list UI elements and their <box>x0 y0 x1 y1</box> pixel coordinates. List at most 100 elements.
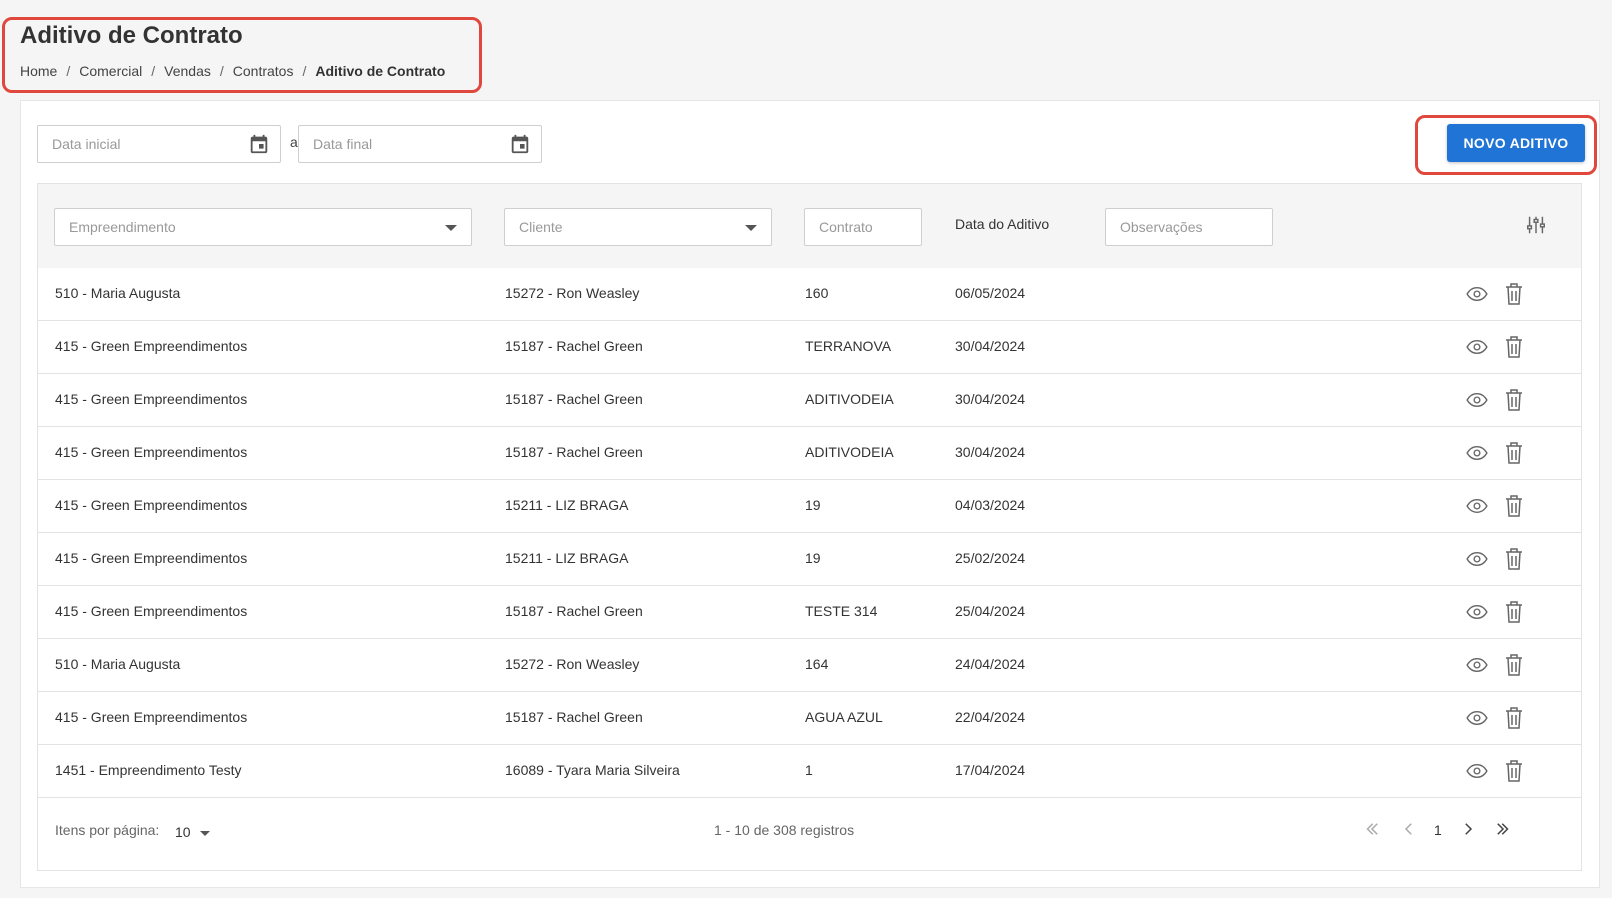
cell-data-aditivo: 22/04/2024 <box>955 709 1026 725</box>
date-end-input[interactable]: Data final <box>298 125 542 163</box>
cell-empreendimento: 415 - Green Empreendimentos <box>55 497 248 513</box>
next-page-icon[interactable] <box>1459 820 1477 838</box>
cell-contrato: ADITIVODEIA <box>805 444 894 460</box>
observacoes-placeholder: Observações <box>1120 219 1203 235</box>
data-aditivo-header[interactable]: Data do Aditivo <box>955 216 1049 232</box>
trash-icon[interactable] <box>1504 335 1524 362</box>
chevron-down-icon[interactable] <box>200 831 210 836</box>
eye-icon[interactable] <box>1466 497 1488 518</box>
cell-empreendimento: 510 - Maria Augusta <box>55 285 181 301</box>
breadcrumb-home[interactable]: Home <box>20 63 57 79</box>
date-start-input[interactable]: Data inicial <box>37 125 281 163</box>
cell-data-aditivo: 30/04/2024 <box>955 391 1026 407</box>
table-row[interactable]: 510 - Maria Augusta 15272 - Ron Weasley 16… <box>38 268 1581 321</box>
cell-contrato: TESTE 314 <box>805 603 878 619</box>
cliente-filter[interactable]: Cliente <box>504 208 772 246</box>
trash-icon[interactable] <box>1504 494 1524 521</box>
breadcrumb: Home / Comercial / Vendas / Contratos / … <box>20 63 445 79</box>
contrato-placeholder: Contrato <box>819 219 873 235</box>
aditivos-table: Empreendimento Cliente Contrato Data do … <box>37 183 1582 871</box>
calendar-icon[interactable] <box>509 133 531 155</box>
table-row[interactable]: 1451 - Empreendimento Testy 16089 - Tyara… <box>38 745 1581 798</box>
table-row[interactable]: 415 - Green Empreendimentos 15187 - Rache… <box>38 692 1581 745</box>
cell-cliente: 15187 - Rachel Green <box>505 444 643 460</box>
cell-cliente: 15187 - Rachel Green <box>505 391 643 407</box>
cell-cliente: 15211 - LIZ BRAGA <box>505 497 629 513</box>
cell-empreendimento: 415 - Green Empreendimentos <box>55 444 248 460</box>
table-body: 510 - Maria Augusta 15272 - Ron Weasley 16… <box>38 268 1581 798</box>
eye-icon[interactable] <box>1466 285 1488 306</box>
main-card: Data inicial a Data final NOVO ADITIVO E… <box>20 100 1600 888</box>
records-count: 1 - 10 de 308 registros <box>714 822 855 838</box>
eye-icon[interactable] <box>1466 709 1488 730</box>
trash-icon[interactable] <box>1504 282 1524 309</box>
cell-empreendimento: 415 - Green Empreendimentos <box>55 603 248 619</box>
cell-data-aditivo: 06/05/2024 <box>955 285 1026 301</box>
eye-icon[interactable] <box>1466 603 1488 624</box>
eye-icon[interactable] <box>1466 656 1488 677</box>
table-row[interactable]: 415 - Green Empreendimentos 15211 - LIZ B… <box>38 533 1581 586</box>
trash-icon[interactable] <box>1504 441 1524 468</box>
cell-empreendimento: 1451 - Empreendimento Testy <box>55 762 242 778</box>
table-row[interactable]: 415 - Green Empreendimentos 15187 - Rache… <box>38 427 1581 480</box>
cell-contrato: TERRANOVA <box>805 338 892 354</box>
cell-contrato: 19 <box>805 497 821 513</box>
column-settings-icon[interactable] <box>1525 214 1547 236</box>
trash-icon[interactable] <box>1504 706 1524 733</box>
breadcrumb-separator: / <box>66 63 71 79</box>
cell-cliente: 15187 - Rachel Green <box>505 709 643 725</box>
date-end-placeholder: Data final <box>313 136 373 152</box>
cell-data-aditivo: 04/03/2024 <box>955 497 1026 513</box>
filter-header-row: Empreendimento Cliente Contrato Data do … <box>38 184 1581 268</box>
cell-cliente: 15187 - Rachel Green <box>505 338 643 354</box>
cell-cliente: 15272 - Ron Weasley <box>505 285 640 301</box>
trash-icon[interactable] <box>1504 600 1524 627</box>
cell-data-aditivo: 30/04/2024 <box>955 338 1026 354</box>
table-row[interactable]: 415 - Green Empreendimentos 15187 - Rache… <box>38 586 1581 639</box>
cell-contrato: 1 <box>805 762 813 778</box>
pagination-bar: Itens por página: 10 1 - 10 de 308 regis… <box>38 798 1581 870</box>
table-row[interactable]: 415 - Green Empreendimentos 15211 - LIZ B… <box>38 480 1581 533</box>
breadcrumb-vendas[interactable]: Vendas <box>164 63 211 79</box>
breadcrumb-contratos[interactable]: Contratos <box>233 63 294 79</box>
cell-data-aditivo: 30/04/2024 <box>955 444 1026 460</box>
chevron-down-icon <box>445 225 457 231</box>
cell-empreendimento: 415 - Green Empreendimentos <box>55 550 248 566</box>
trash-icon[interactable] <box>1504 653 1524 680</box>
table-row[interactable]: 510 - Maria Augusta 15272 - Ron Weasley 16… <box>38 639 1581 692</box>
current-page[interactable]: 1 <box>1434 822 1442 838</box>
prev-page-icon[interactable] <box>1400 820 1418 838</box>
cell-contrato: AGUA AZUL <box>805 709 883 725</box>
trash-icon[interactable] <box>1504 759 1524 786</box>
breadcrumb-current: Aditivo de Contrato <box>315 63 446 79</box>
cell-contrato: 160 <box>805 285 829 301</box>
eye-icon[interactable] <box>1466 338 1488 359</box>
eye-icon[interactable] <box>1466 762 1488 783</box>
cell-empreendimento: 510 - Maria Augusta <box>55 656 181 672</box>
contrato-filter[interactable]: Contrato <box>804 208 922 246</box>
cell-data-aditivo: 25/02/2024 <box>955 550 1026 566</box>
cell-contrato: ADITIVODEIA <box>805 391 894 407</box>
last-page-icon[interactable] <box>1494 820 1512 838</box>
cell-data-aditivo: 25/04/2024 <box>955 603 1026 619</box>
empreendimento-placeholder: Empreendimento <box>69 219 176 235</box>
table-row[interactable]: 415 - Green Empreendimentos 15187 - Rache… <box>38 374 1581 427</box>
empreendimento-filter[interactable]: Empreendimento <box>54 208 472 246</box>
calendar-icon[interactable] <box>248 133 270 155</box>
eye-icon[interactable] <box>1466 444 1488 465</box>
eye-icon[interactable] <box>1466 550 1488 571</box>
observacoes-filter[interactable]: Observações <box>1105 208 1273 246</box>
breadcrumb-comercial[interactable]: Comercial <box>79 63 142 79</box>
table-row[interactable]: 415 - Green Empreendimentos 15187 - Rache… <box>38 321 1581 374</box>
first-page-icon[interactable] <box>1363 820 1381 838</box>
items-per-page-select[interactable]: 10 <box>175 824 191 840</box>
cell-empreendimento: 415 - Green Empreendimentos <box>55 391 248 407</box>
items-per-page-label: Itens por página: <box>55 822 160 838</box>
cliente-placeholder: Cliente <box>519 219 563 235</box>
trash-icon[interactable] <box>1504 388 1524 415</box>
cell-empreendimento: 415 - Green Empreendimentos <box>55 338 248 354</box>
novo-aditivo-button[interactable]: NOVO ADITIVO <box>1447 124 1585 162</box>
eye-icon[interactable] <box>1466 391 1488 412</box>
breadcrumb-separator: / <box>151 63 156 79</box>
trash-icon[interactable] <box>1504 547 1524 574</box>
